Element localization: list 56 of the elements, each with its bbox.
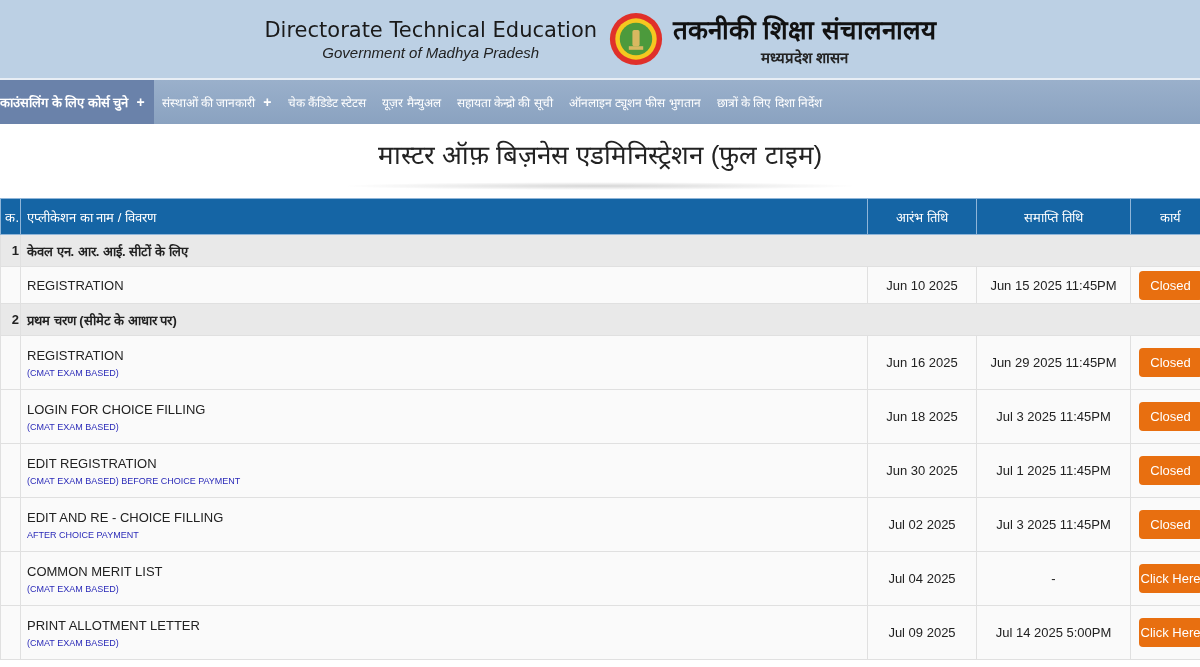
nav-item[interactable]: चेक कैंडिडेट स्टेटस — [279, 80, 375, 124]
nav-item[interactable]: संस्थाओं की जानकारी + — [153, 80, 280, 124]
row-number: 1 — [0, 234, 21, 267]
application-note: (CMAT EXAM BASED) — [27, 367, 120, 378]
emblem-logo — [609, 12, 664, 66]
table-cell: Jun 10 2025 — [867, 266, 977, 304]
table-cell: Jun 30 2025 — [867, 443, 977, 498]
nav-item[interactable]: काउंसलिंग के लिए कोर्स चुने + — [0, 80, 154, 124]
site-title: तकनीकी शिक्षा संचालनालय — [673, 14, 936, 47]
column-header: क. — [0, 198, 21, 235]
action-button[interactable]: Closed — [1138, 348, 1200, 377]
table-cell: Jul 1 2025 11:45PM — [976, 443, 1131, 498]
table-cell: Jul 3 2025 11:45PM — [976, 497, 1131, 552]
nav-item[interactable]: सहायता केन्द्रो की सूची — [448, 80, 561, 124]
action-button[interactable]: Click Here — [1138, 618, 1200, 647]
application-name: LOGIN FOR CHOICE FILLING — [27, 401, 207, 417]
column-header: समाप्ति तिथि — [976, 198, 1131, 235]
application-name: REGISTRATION — [27, 347, 125, 363]
page-title: मास्टर ऑफ़ बिज़नेस एडमिनिस्ट्रेशन (फुल टाइम) — [377, 139, 823, 172]
table-cell: Jun 29 2025 11:45PM — [976, 335, 1131, 390]
application-note: (CMAT EXAM BASED) — [27, 637, 120, 648]
application-note: (CMAT EXAM BASED) — [27, 421, 120, 432]
nav-item[interactable]: यूज़र मैन्युअल — [374, 80, 449, 124]
group-title: केवल एन. आर. आई. सीटों के लिए — [20, 234, 1200, 267]
nav-item[interactable]: छात्रों के लिए दिशा निर्देश — [708, 80, 830, 124]
table-cell: Jun 18 2025 — [867, 389, 977, 444]
action-button[interactable]: Closed — [1138, 402, 1200, 431]
application-name: PRINT ALLOTMENT LETTER — [27, 617, 201, 633]
application-name: REGISTRATION — [27, 277, 125, 293]
table-cell: Jul 14 2025 5:00PM — [976, 605, 1131, 660]
group-title: प्रथम चरण (सीमेट के आधार पर) — [20, 303, 1200, 336]
table-cell: Jul 04 2025 — [867, 551, 977, 606]
application-name: COMMON MERIT LIST — [27, 563, 164, 579]
nav-item[interactable]: ऑनलाइन ट्यूशन फीस भुगतान — [560, 80, 709, 124]
column-header: आरंभ तिथि — [867, 198, 977, 235]
application-name: EDIT REGISTRATION — [27, 455, 158, 471]
application-note: (CMAT EXAM BASED) BEFORE CHOICE PAYMENT — [27, 475, 242, 486]
column-header: एप्लीकेशन का नाम / विवरण — [20, 198, 868, 235]
application-note: AFTER CHOICE PAYMENT — [27, 529, 140, 540]
column-header: कार्य — [1130, 198, 1200, 235]
application-note: (CMAT EXAM BASED) — [27, 583, 120, 594]
action-button[interactable]: Closed — [1138, 510, 1200, 539]
table-cell: - — [976, 551, 1131, 606]
site-title: Directorate Technical Education — [264, 17, 598, 42]
table-cell: Jul 09 2025 — [867, 605, 977, 660]
action-button[interactable]: Closed — [1138, 270, 1200, 300]
row-number: 2 — [0, 303, 21, 336]
application-name: EDIT AND RE - CHOICE FILLING — [27, 509, 225, 525]
table-cell: Jun 15 2025 11:45PM — [976, 266, 1131, 304]
action-button[interactable]: Closed — [1138, 456, 1200, 485]
table-cell: Jul 3 2025 11:45PM — [976, 389, 1131, 444]
table-cell: Jun 16 2025 — [867, 335, 977, 390]
table-cell: Jul 02 2025 — [867, 497, 977, 552]
action-button[interactable]: Click Here — [1138, 564, 1200, 593]
site-subtitle: Government of Madhya Pradesh — [321, 43, 541, 61]
site-subtitle: मध्यप्रदेश शासन — [759, 48, 850, 67]
